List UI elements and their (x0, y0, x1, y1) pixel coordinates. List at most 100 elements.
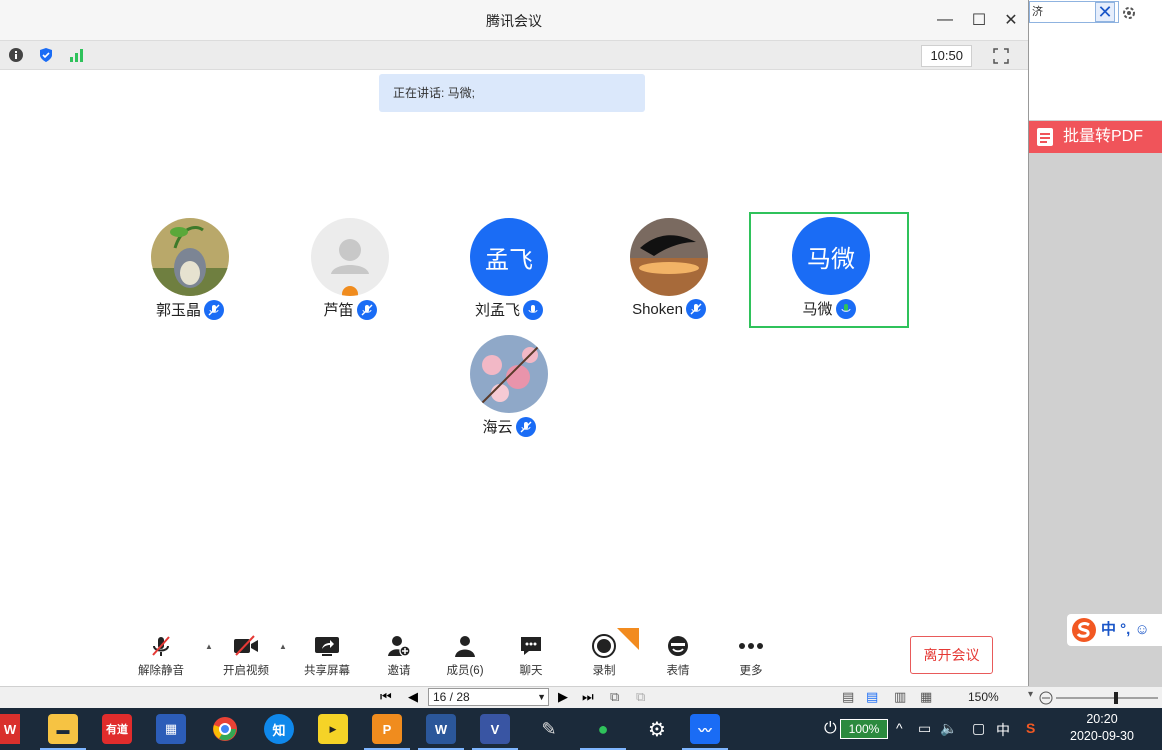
participant-tile-active[interactable]: 马微 马微 (749, 212, 909, 328)
system-clock[interactable]: 20:20 2020-09-30 (1060, 711, 1144, 745)
word-icon[interactable]: W (418, 714, 464, 750)
default-avatar-icon (311, 218, 389, 296)
taskbar: W ▬ 有道 ▦ 知 ▶ P W V ✎ ● ⚙ 〰 ⏻ 100% ^ ▭ 🔈 … (0, 708, 1162, 750)
chevron-up-icon[interactable]: ^ (896, 720, 903, 736)
calendar-icon[interactable]: ▦ (156, 714, 186, 744)
close-button[interactable]: ✕ (998, 8, 1024, 32)
participant-name: 刘孟飞 (474, 302, 520, 319)
page-number-field[interactable]: 16 / 28 ▼ (428, 688, 549, 706)
fullscreen-icon[interactable] (992, 47, 1010, 65)
participant-tile[interactable]: Shoken (589, 215, 749, 331)
participant-name: 马微 (802, 301, 833, 318)
page-navigation-bar: ⏮ ◀ 16 / 28 ▼ ▶ ⏭ ⧉ ⧉ ▤ ▤ ▥ ▦ 150% ▾ (0, 686, 1162, 708)
youdao-icon[interactable]: 有道 (102, 714, 132, 744)
participant-tile[interactable]: 郭玉晶 (110, 215, 270, 331)
members-icon (455, 636, 475, 657)
page-view-icon[interactable]: ▤ (842, 689, 854, 705)
mic-muted-icon (356, 299, 377, 320)
sogou-tray-icon[interactable]: S (1026, 720, 1035, 736)
zoom-dropdown[interactable]: ▾ (1028, 689, 1033, 700)
prev-page-button[interactable]: ◀ (408, 689, 418, 705)
ime-toolbar[interactable]: 中 °, ☺ (1067, 614, 1162, 646)
invite-button[interactable]: 邀请 (364, 632, 434, 680)
mic-muted-icon (204, 299, 224, 320)
leave-meeting-button[interactable]: 离开会议 (910, 636, 993, 674)
mic-icon (523, 299, 543, 320)
message-icon[interactable]: ▢ (972, 720, 985, 737)
more-icon (739, 643, 763, 649)
tencent-meeting-icon[interactable]: 〰 (682, 714, 728, 750)
power-plug-icon: ⏻ (824, 720, 837, 737)
unmute-button[interactable]: 解除静音 (126, 632, 196, 680)
zhihu-icon[interactable]: 知 (264, 714, 294, 744)
zoom-slider[interactable] (1038, 690, 1158, 706)
window-title: 腾讯会议 (486, 13, 542, 29)
chrome-icon[interactable] (210, 714, 240, 744)
shield-icon[interactable] (38, 47, 54, 63)
grid-view-icon[interactable]: ▦ (920, 689, 932, 705)
record-button[interactable]: 录制 (569, 628, 639, 680)
add-user-icon (388, 636, 411, 657)
battery-indicator[interactable]: 100% (840, 719, 888, 739)
close-icon[interactable]: ✕ (1095, 2, 1115, 22)
video-options-caret[interactable]: ▲ (279, 642, 289, 652)
more-button[interactable]: 更多 (716, 632, 786, 680)
participant-name: Shoken (632, 300, 683, 318)
avatar: 马微 (792, 217, 870, 295)
gear-icon[interactable] (1121, 5, 1137, 21)
background-app-pane: 济 ✕ 批量转PDF 中 °, ☺ (1028, 0, 1162, 686)
wps-icon[interactable]: W (0, 714, 20, 744)
paste-icon[interactable]: ⧉ (636, 689, 645, 705)
file-explorer-icon[interactable]: ▬ (40, 714, 86, 750)
paint-icon[interactable]: ✎ (534, 714, 564, 744)
speaking-indicator: 正在讲话: 马微; (379, 74, 645, 112)
participant-name: 海云 (482, 419, 513, 436)
chat-icon (521, 637, 541, 655)
emoji-icon (668, 636, 688, 656)
info-icon[interactable] (8, 47, 24, 63)
new-badge-icon (617, 628, 639, 650)
emoji-button[interactable]: 表情 (643, 632, 713, 680)
participant-name: 芦笛 (323, 302, 354, 319)
volume-icon[interactable]: 🔈 (940, 720, 957, 737)
copy-icon[interactable]: ⧉ (610, 689, 619, 705)
settings-icon[interactable]: ⚙ (642, 714, 672, 744)
continuous-view-icon[interactable]: ▤ (866, 689, 878, 705)
last-page-button[interactable]: ⏭ (582, 689, 594, 705)
members-button[interactable]: 成员(6) (430, 632, 500, 680)
record-icon (592, 634, 616, 658)
wechat-icon[interactable]: ● (580, 714, 626, 750)
batch-pdf-banner[interactable]: 批量转PDF (1029, 121, 1162, 153)
chat-button[interactable]: 聊天 (496, 632, 566, 680)
participant-tile[interactable]: 海云 (429, 332, 589, 448)
participant-tile[interactable]: 孟飞 刘孟飞 (429, 215, 589, 331)
minimize-button[interactable]: — (932, 8, 958, 32)
network-icon[interactable]: ▭ (918, 720, 931, 737)
avatar (151, 218, 229, 296)
participant-tile[interactable]: 芦笛 (270, 215, 430, 331)
pdf-icon[interactable]: P (364, 714, 410, 750)
ime-lang-indicator[interactable]: 中 (996, 720, 1010, 740)
mic-speaking-icon (835, 298, 856, 319)
mic-muted-icon (685, 299, 706, 319)
mic-off-icon (152, 636, 170, 656)
zoom-level[interactable]: 150% (968, 690, 999, 704)
maximize-button[interactable]: ☐ (966, 8, 992, 32)
signal-icon[interactable] (68, 47, 84, 63)
avatar (470, 335, 548, 413)
share-screen-icon (315, 637, 339, 656)
player-icon[interactable]: ▶ (318, 714, 348, 744)
title-bar: 腾讯会议 — ☐ ✕ (0, 0, 1028, 40)
start-video-button[interactable]: 开启视频 (211, 632, 281, 680)
sogou-icon (1072, 618, 1096, 642)
document-icon (1037, 128, 1053, 146)
camera-off-icon (234, 635, 258, 656)
two-page-view-icon[interactable]: ▥ (894, 689, 906, 705)
next-page-button[interactable]: ▶ (558, 689, 568, 705)
mic-muted-icon (515, 416, 536, 437)
visio-icon[interactable]: V (472, 714, 518, 750)
meeting-window: 腾讯会议 — ☐ ✕ 10:50 正在讲话: 马微; 郭玉晶 芦笛 孟飞 刘孟飞… (0, 0, 1028, 686)
first-page-button[interactable]: ⏮ (380, 689, 392, 705)
share-screen-button[interactable]: 共享屏幕 (292, 632, 362, 680)
avatar: 孟飞 (470, 218, 548, 296)
